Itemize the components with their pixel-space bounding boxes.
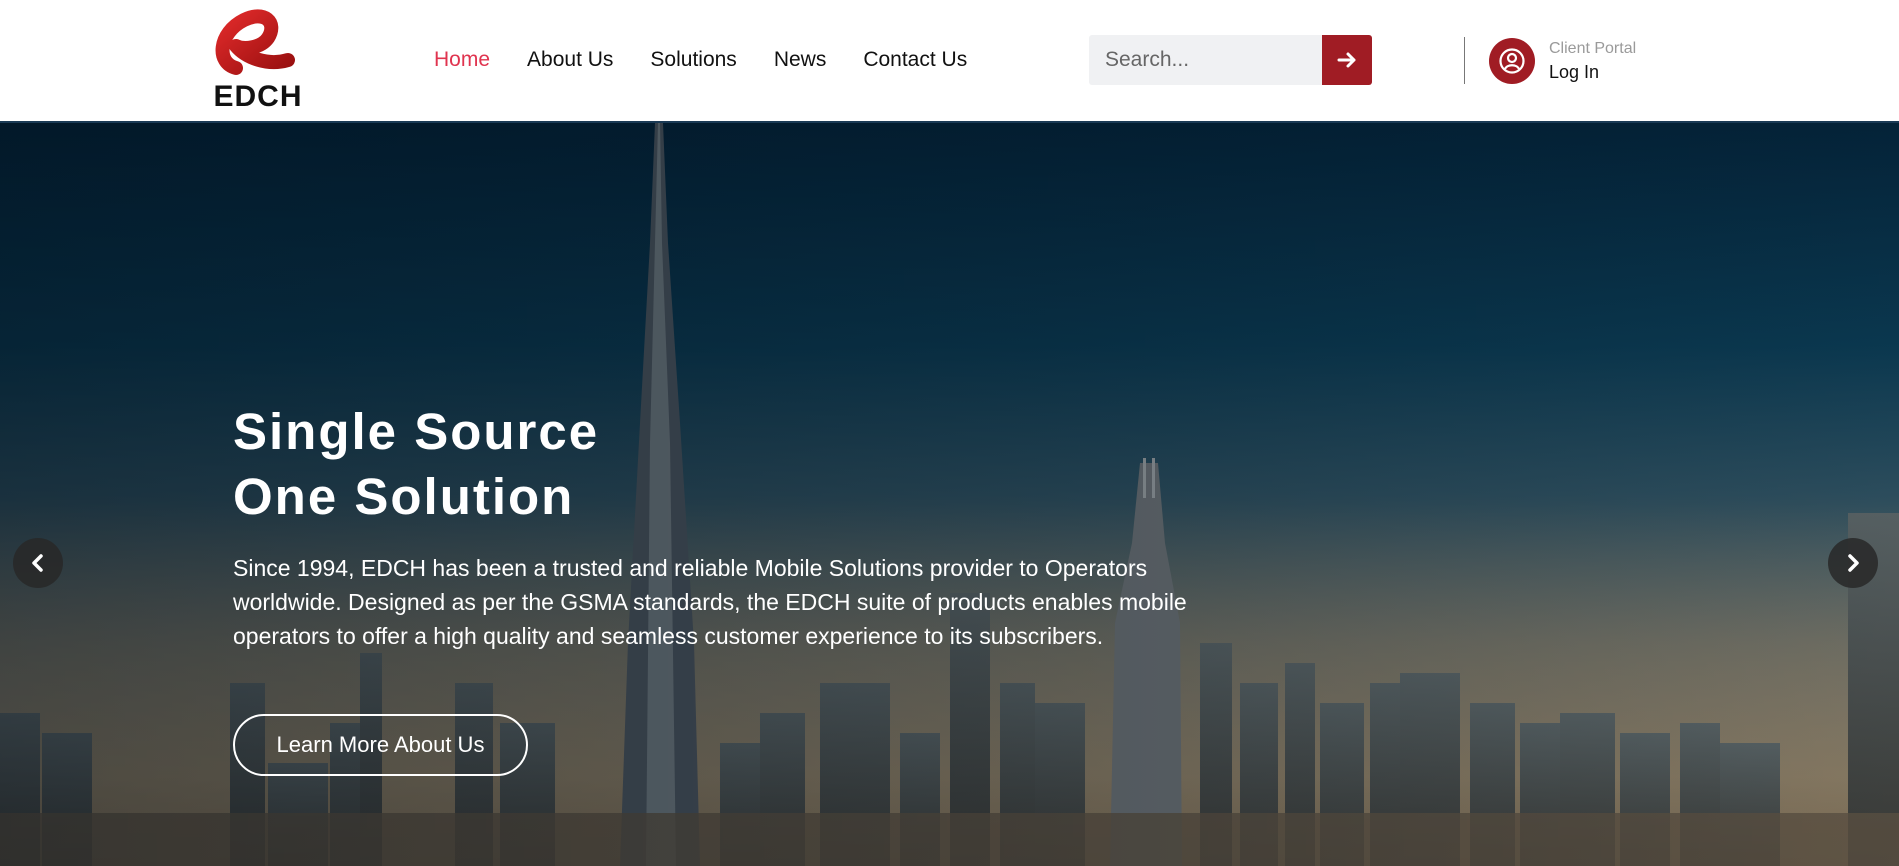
logo-mark-icon [215, 9, 295, 75]
chevron-left-icon [32, 554, 43, 572]
nav-item-home[interactable]: Home [434, 44, 490, 76]
brand-logo[interactable]: EDCH [206, 8, 306, 113]
client-portal-label: Client Portal [1549, 39, 1637, 57]
learn-more-button[interactable]: Learn More About Us [233, 714, 528, 776]
hero-title-line-2: One Solution [233, 468, 575, 525]
nav-item-contact-us[interactable]: Contact Us [863, 44, 967, 76]
main-nav: Home About Us Solutions News Contact Us [434, 44, 1004, 76]
search-bar [1089, 35, 1372, 85]
log-in-link[interactable]: Log In [1549, 60, 1636, 84]
arrow-right-icon [1337, 52, 1356, 68]
search-submit-button[interactable] [1322, 35, 1372, 85]
hero-title-line-1: Single Source [233, 403, 600, 460]
nav-item-about-us[interactable]: About Us [527, 44, 613, 76]
portal-text: Client Portal Log In [1549, 38, 1636, 84]
user-circle-icon [1489, 37, 1535, 84]
nav-item-solutions[interactable]: Solutions [650, 44, 736, 76]
hero-description: Since 1994, EDCH has been a trusted and … [233, 555, 1187, 649]
header-divider [1464, 37, 1465, 84]
nav-item-news[interactable]: News [774, 44, 827, 76]
slider-next-button[interactable] [1828, 538, 1878, 588]
client-portal-login[interactable]: Client Portal Log In [1489, 37, 1636, 84]
hero-title: Single Source One Solution [233, 399, 933, 529]
site-header: EDCH Home About Us Solutions News Contac… [0, 0, 1899, 123]
chevron-right-icon [1848, 554, 1859, 572]
brand-name: EDCH [213, 80, 303, 113]
search-input[interactable] [1089, 35, 1322, 85]
slider-prev-button[interactable] [13, 538, 63, 588]
hero-slider: Single Source One Solution Since 1994, E… [0, 123, 1899, 866]
